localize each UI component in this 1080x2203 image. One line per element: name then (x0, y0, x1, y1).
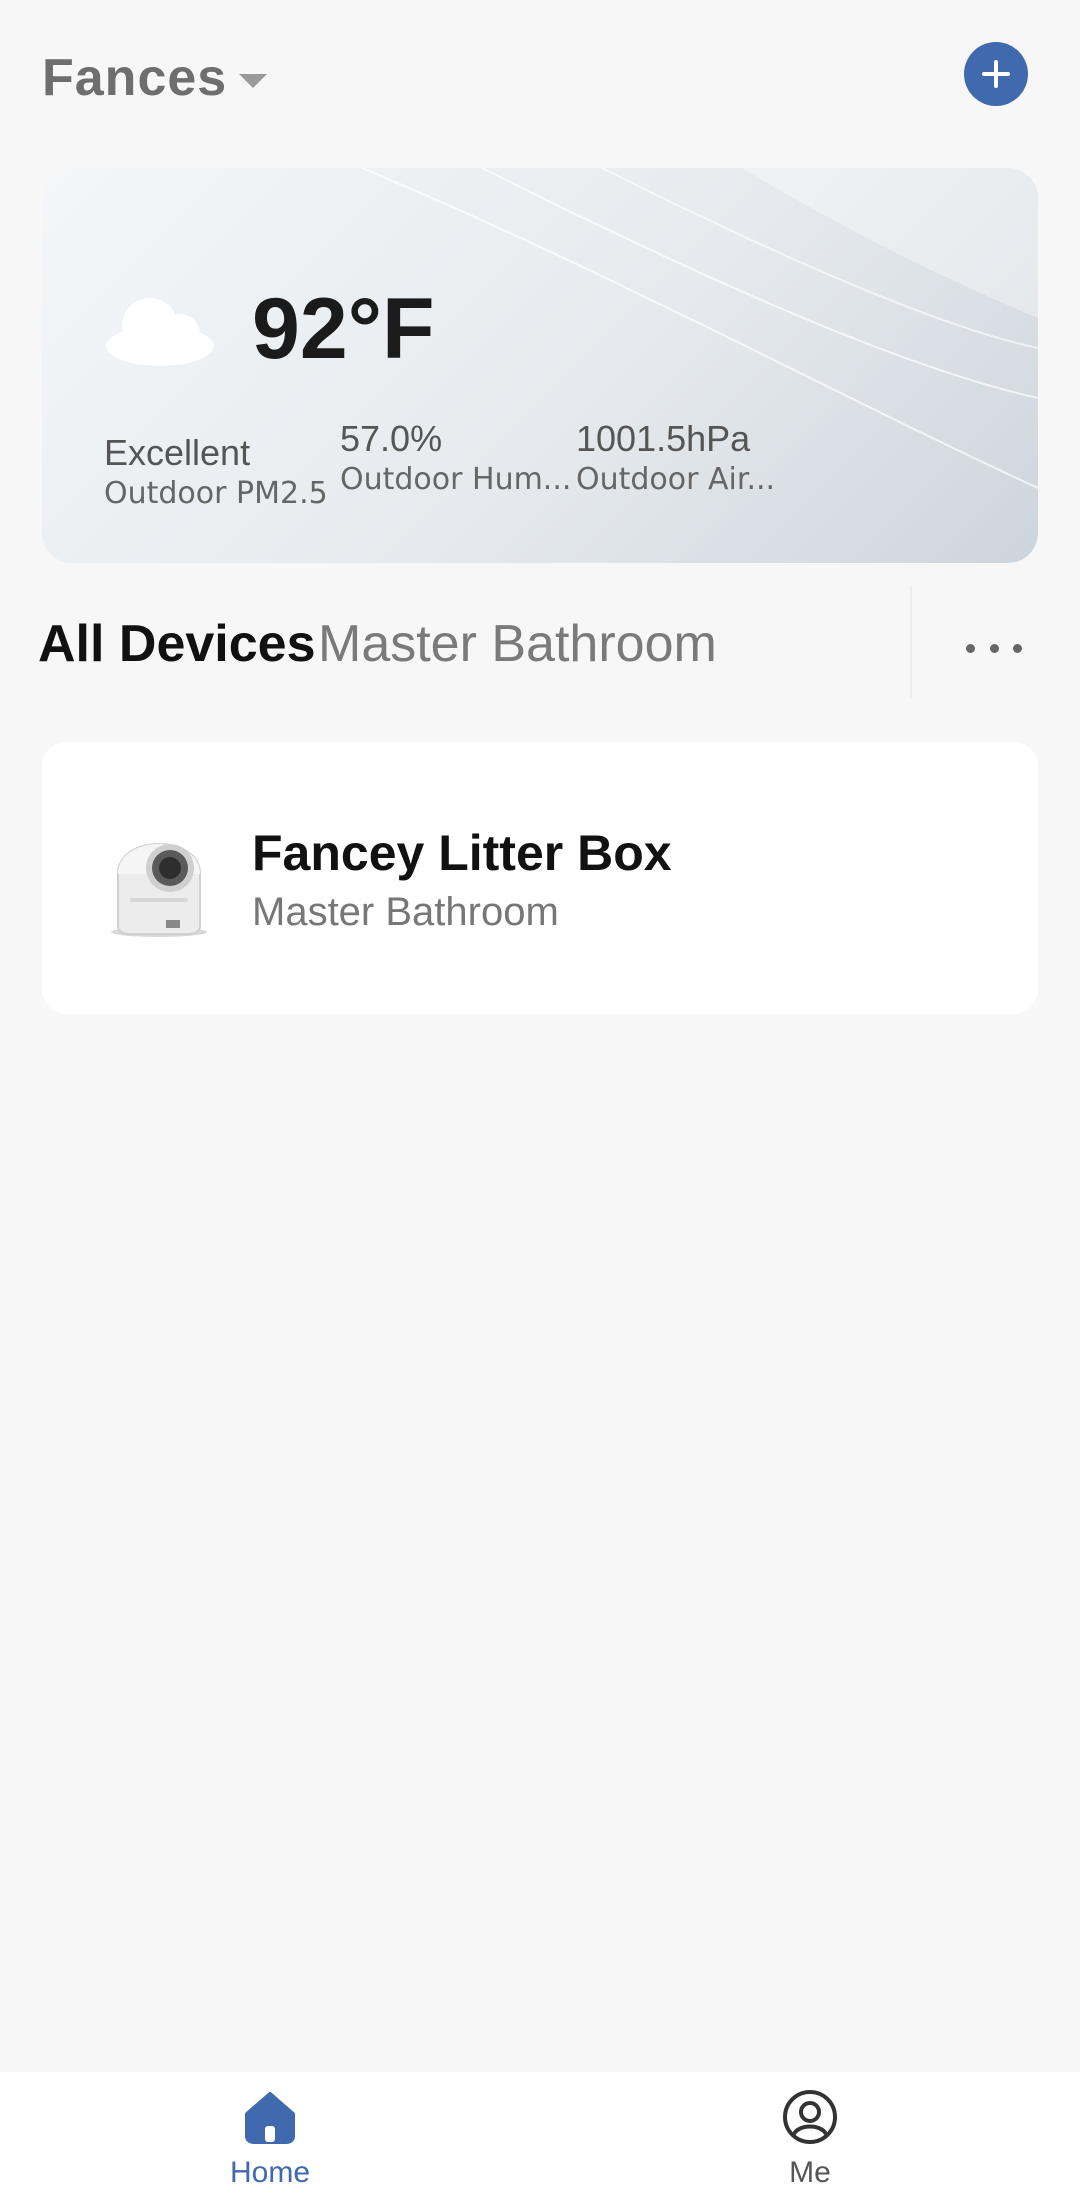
air-pressure-label: Outdoor Air... (576, 462, 776, 497)
cloud-icon (106, 298, 214, 366)
device-card[interactable]: Fancey Litter Box Master Bathroom (42, 742, 1038, 1014)
humidity-label: Outdoor Hum... (340, 462, 572, 497)
device-room: Master Bathroom (252, 890, 559, 934)
pm25-label: Outdoor PM2.5 (104, 476, 328, 511)
nav-me[interactable]: Me (740, 2088, 880, 2200)
home-icon (245, 2092, 295, 2144)
pm25-value: Excellent (104, 432, 251, 473)
air-pressure-stat: 1001.5hPa Outdoor Air... (576, 418, 775, 497)
tabs-divider (910, 586, 912, 698)
header: Fances (0, 0, 1080, 160)
home-selector[interactable]: Fances (42, 48, 268, 108)
more-icon-dot (1013, 643, 1022, 653)
plus-icon (982, 60, 1010, 88)
bottom-navigation: Home Me (0, 2072, 1080, 2203)
air-pressure-value: 1001.5hPa (576, 418, 751, 459)
weather-card[interactable]: 92°F Excellent Outdoor PM2.5 57.0% Outdo… (42, 168, 1038, 563)
litter-box-image (111, 843, 207, 937)
temperature: 92°F (252, 281, 435, 377)
chevron-down-icon (239, 74, 268, 88)
humidity-stat: 57.0% Outdoor Hum... (340, 418, 571, 497)
humidity-value: 57.0% (340, 418, 443, 459)
home-screen: Fances 92°F Excellent Outdoor PM2.5 57.0… (0, 0, 1080, 2203)
add-device-button[interactable] (964, 42, 1028, 106)
more-icon-dot (989, 643, 999, 653)
tab-all-devices[interactable]: All Devices (38, 614, 316, 674)
home-name: Fances (42, 49, 228, 107)
device-name: Fancey Litter Box (252, 825, 672, 881)
profile-icon (783, 2090, 837, 2144)
more-options-button[interactable] (966, 628, 1022, 668)
nav-home-label: Home (229, 2156, 311, 2189)
nav-me-label: Me (789, 2156, 831, 2189)
more-icon-dot (966, 643, 975, 653)
nav-home[interactable]: Home (200, 2088, 340, 2200)
tab-master-bathroom[interactable]: Master Bathroom (318, 614, 717, 674)
pm25-stat: Excellent Outdoor PM2.5 (104, 418, 328, 511)
